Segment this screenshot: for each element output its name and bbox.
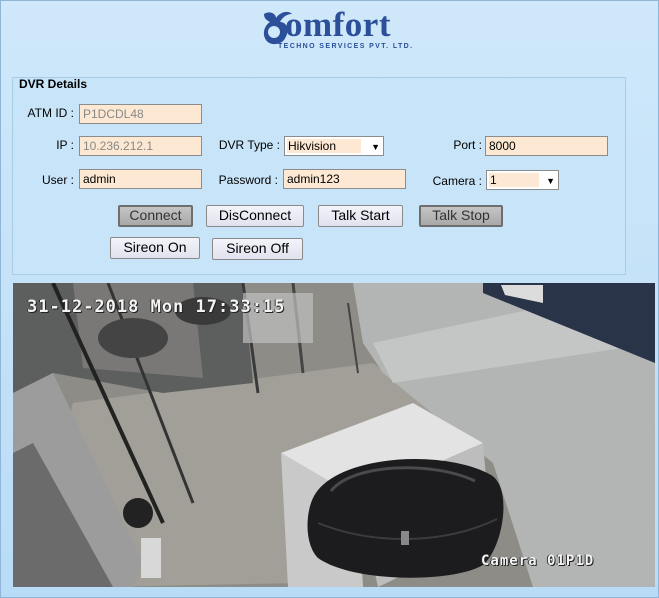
atm-id-label: ATM ID :: [27, 106, 74, 120]
talk-stop-button[interactable]: Talk Stop: [419, 205, 503, 227]
talk-start-button[interactable]: Talk Start: [318, 205, 403, 227]
atm-id-field[interactable]: P1DCDL48: [79, 104, 202, 124]
ip-field[interactable]: 10.236.212.1: [79, 136, 202, 156]
sireon-on-button[interactable]: Sireon On: [110, 237, 200, 259]
logo-tagline: TECHNO SERVICES PVT. LTD.: [278, 43, 414, 50]
password-field[interactable]: admin123: [283, 169, 406, 189]
video-camera-label: Camera 01P1D: [481, 553, 595, 569]
port-label: Port :: [453, 138, 482, 152]
user-field[interactable]: admin: [79, 169, 202, 189]
camera-select[interactable]: 1 ▼: [486, 170, 559, 190]
camera-label: Camera :: [432, 174, 482, 188]
password-label: Password :: [218, 173, 278, 187]
chevron-down-icon: ▼: [546, 176, 555, 186]
dvr-type-label: DVR Type :: [218, 138, 280, 152]
camera-scene-image: [13, 283, 655, 587]
user-label: User :: [41, 173, 74, 187]
camera-value: 1: [490, 173, 497, 187]
chevron-down-icon: ▼: [371, 142, 380, 152]
logo-wordmark: omfort: [285, 5, 392, 44]
dvr-type-value: Hikvision: [288, 139, 337, 153]
camera-feed[interactable]: 31-12-2018 Mon 17:33:15 Camera 01P1D: [13, 283, 655, 587]
video-timestamp: 31-12-2018 Mon 17:33:15: [27, 297, 286, 317]
ip-label: IP :: [56, 138, 74, 152]
group-title: DVR Details: [19, 77, 88, 91]
sireon-off-button[interactable]: Sireon Off: [212, 238, 303, 260]
dvr-type-select[interactable]: Hikvision ▼: [284, 136, 384, 156]
port-field[interactable]: 8000: [485, 136, 608, 156]
connect-button[interactable]: Connect: [118, 205, 193, 227]
company-logo: omfort TECHNO SERVICES PVT. LTD.: [258, 4, 418, 56]
disconnect-button[interactable]: DisConnect: [206, 205, 304, 227]
